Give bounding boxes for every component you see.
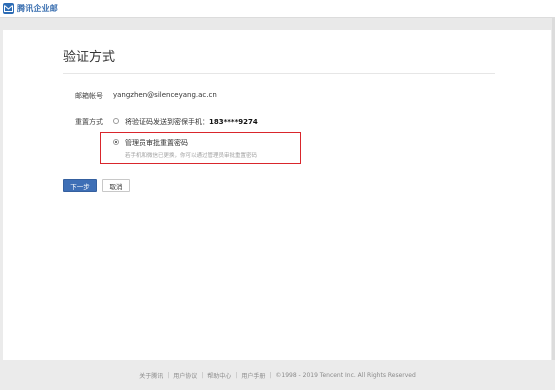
footer-link-terms[interactable]: 用户协议: [173, 371, 197, 380]
main-panel: 验证方式 邮箱帐号 yangzhen@silenceyang.ac.cn 重置方…: [3, 30, 551, 360]
brand-name[interactable]: 腾讯企业邮: [17, 3, 58, 14]
footer-link-manual[interactable]: 用户手册: [241, 371, 265, 380]
title-divider: [63, 73, 495, 74]
radio-phone-option[interactable]: [113, 118, 119, 124]
highlight-box: [100, 132, 301, 164]
email-label: 邮箱帐号: [75, 92, 103, 100]
footer-separator: |: [201, 371, 204, 379]
footer-separator: |: [167, 371, 170, 379]
top-header: 腾讯企业邮: [0, 0, 555, 18]
admin-option-hint: 若手机和微信已更换，你可以通过管理员审批重置密码: [125, 153, 258, 159]
mail-logo-icon: [3, 3, 14, 14]
footer-link-about[interactable]: 关于腾讯: [139, 371, 163, 380]
footer-copyright: ©1998 - 2019 Tencent Inc. All Rights Res…: [275, 371, 416, 379]
cancel-button[interactable]: 取消: [102, 179, 130, 192]
radio-admin-option[interactable]: [113, 139, 119, 145]
email-value: yangzhen@silenceyang.ac.cn: [113, 91, 217, 99]
footer-link-help[interactable]: 帮助中心: [207, 371, 231, 380]
next-button[interactable]: 下一步: [63, 179, 97, 192]
page-title: 验证方式: [63, 50, 116, 65]
phone-option-text: 将验证码发送到密保手机：: [125, 118, 209, 126]
footer-separator: |: [235, 371, 238, 379]
phone-number: 183****9274: [209, 118, 258, 126]
header-spacer: [0, 18, 555, 30]
footer-separator: |: [269, 371, 272, 379]
footer: 关于腾讯 | 用户协议 | 帮助中心 | 用户手册 | ©1998 - 2019…: [0, 368, 555, 382]
reset-method-label: 重置方式: [75, 118, 103, 126]
phone-option-label[interactable]: 将验证码发送到密保手机：183****9274: [125, 117, 258, 127]
admin-option-label[interactable]: 管理员审批重置密码: [125, 138, 188, 148]
